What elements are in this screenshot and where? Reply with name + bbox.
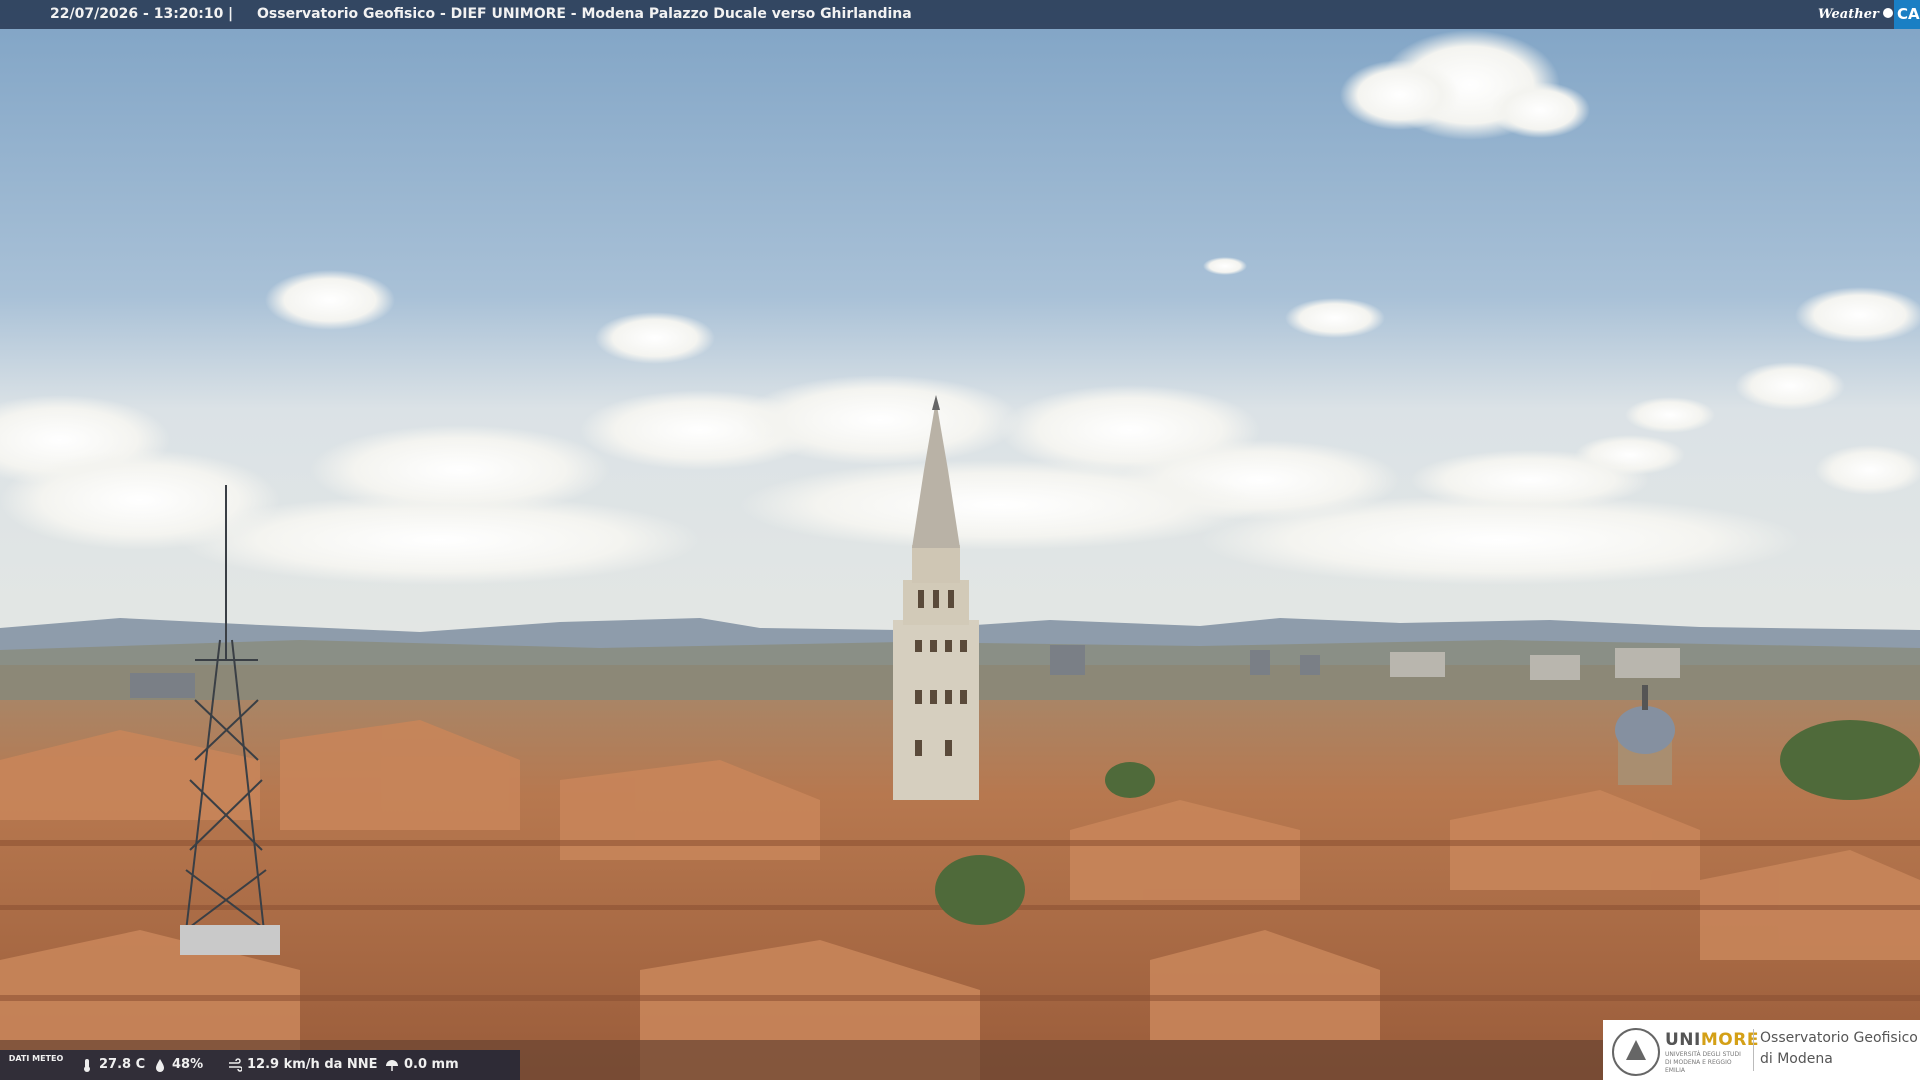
unimore-subtitle: UNIVERSITÀ DEGLI STUDI DI MODENA E REGGI… — [1665, 1051, 1741, 1074]
thermometer-icon — [84, 1059, 90, 1072]
webcam-view — [0, 0, 1920, 1080]
logo-divider — [1753, 1029, 1754, 1071]
camera-title: Osservatorio Geofisico - DIEF UNIMORE - … — [257, 6, 912, 22]
temperature-item: 27.8 C — [80, 1050, 145, 1080]
mast-base — [180, 925, 280, 955]
observatory-name-line1: Osservatorio Geofisico — [1760, 1030, 1918, 1046]
timestamp: 22/07/2026 - 13:20:10 — [50, 6, 224, 22]
weather-data-bar: DATI METEO 27.8 C 48% 12.9 km/h da NNE 0… — [0, 1050, 520, 1080]
header-separator: | — [228, 6, 234, 22]
wind-icon — [229, 1058, 242, 1072]
weathercam-logo: Weather CAM — [1816, 0, 1920, 29]
humidity-value: 48% — [172, 1057, 204, 1072]
observatory-name-line2: di Modena — [1760, 1051, 1833, 1067]
humidity-drop-icon — [156, 1059, 164, 1072]
weathercam-logo-weather: Weather — [1818, 7, 1879, 22]
university-seal-icon — [1612, 1028, 1660, 1076]
rain-item: 0.0 mm — [385, 1050, 459, 1080]
weathercam-logo-cam: CAM — [1894, 0, 1920, 29]
weathercam-dot-icon — [1883, 8, 1893, 18]
wind-item: 12.9 km/h da NNE — [228, 1050, 378, 1080]
wind-value: 12.9 km/h da NNE — [247, 1057, 378, 1072]
humidity-item: 48% — [153, 1050, 203, 1080]
unimore-wordmark: UNIMORE — [1665, 1030, 1759, 1050]
temperature-value: 27.8 C — [99, 1057, 146, 1072]
rain-gauge-icon — [386, 1060, 398, 1071]
unimore-logo-box: UNIMORE UNIVERSITÀ DEGLI STUDI DI MODENA… — [1603, 1020, 1920, 1080]
weather-data-label: DATI METEO — [8, 1054, 64, 1063]
header-bar: 22/07/2026 - 13:20:10 | Osservatorio Geo… — [0, 0, 1920, 29]
rain-value: 0.0 mm — [404, 1057, 459, 1072]
